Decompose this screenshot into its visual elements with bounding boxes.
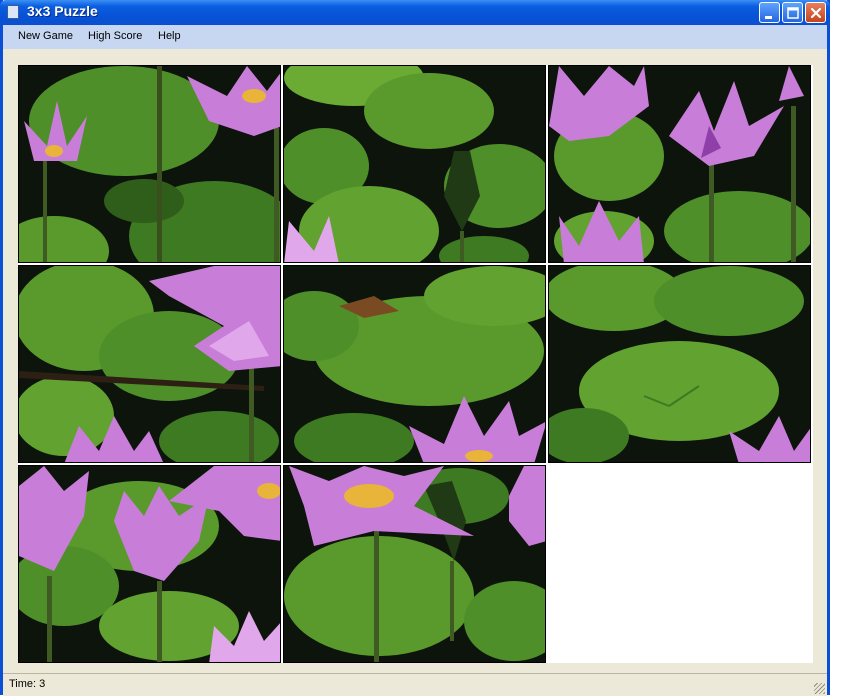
menu-new-game[interactable]: New Game: [18, 30, 73, 42]
puzzle-tile[interactable]: [548, 265, 811, 463]
puzzle-tile[interactable]: [18, 265, 281, 463]
app-icon[interactable]: [7, 5, 19, 19]
puzzle-tile[interactable]: [283, 265, 546, 463]
menu-help[interactable]: Help: [158, 30, 181, 42]
close-icon: [810, 7, 822, 19]
minimize-button[interactable]: [759, 2, 780, 23]
minimize-icon: [765, 16, 772, 19]
menu-bar: New Game High Score Help: [3, 25, 827, 49]
puzzle-tile[interactable]: [283, 65, 546, 263]
puzzle-tile[interactable]: [18, 65, 281, 263]
empty-slot: [548, 465, 811, 663]
timer-text: Time: 3: [9, 678, 46, 690]
resize-grip-icon[interactable]: [814, 683, 825, 694]
puzzle-tile[interactable]: [548, 65, 811, 263]
maximize-icon: [787, 7, 799, 19]
menu-high-score[interactable]: High Score: [88, 30, 142, 42]
puzzle-tile[interactable]: [283, 465, 546, 663]
close-button[interactable]: [805, 2, 826, 23]
maximize-button[interactable]: [782, 2, 803, 23]
status-bar: Time: 3: [3, 673, 827, 696]
window-title: 3x3 Puzzle: [27, 3, 98, 19]
app-window: 3x3 Puzzle New Game High Score Help Time…: [0, 0, 830, 696]
puzzle-tile[interactable]: [18, 465, 281, 663]
title-bar[interactable]: 3x3 Puzzle: [0, 0, 830, 25]
puzzle-board: [18, 65, 813, 663]
